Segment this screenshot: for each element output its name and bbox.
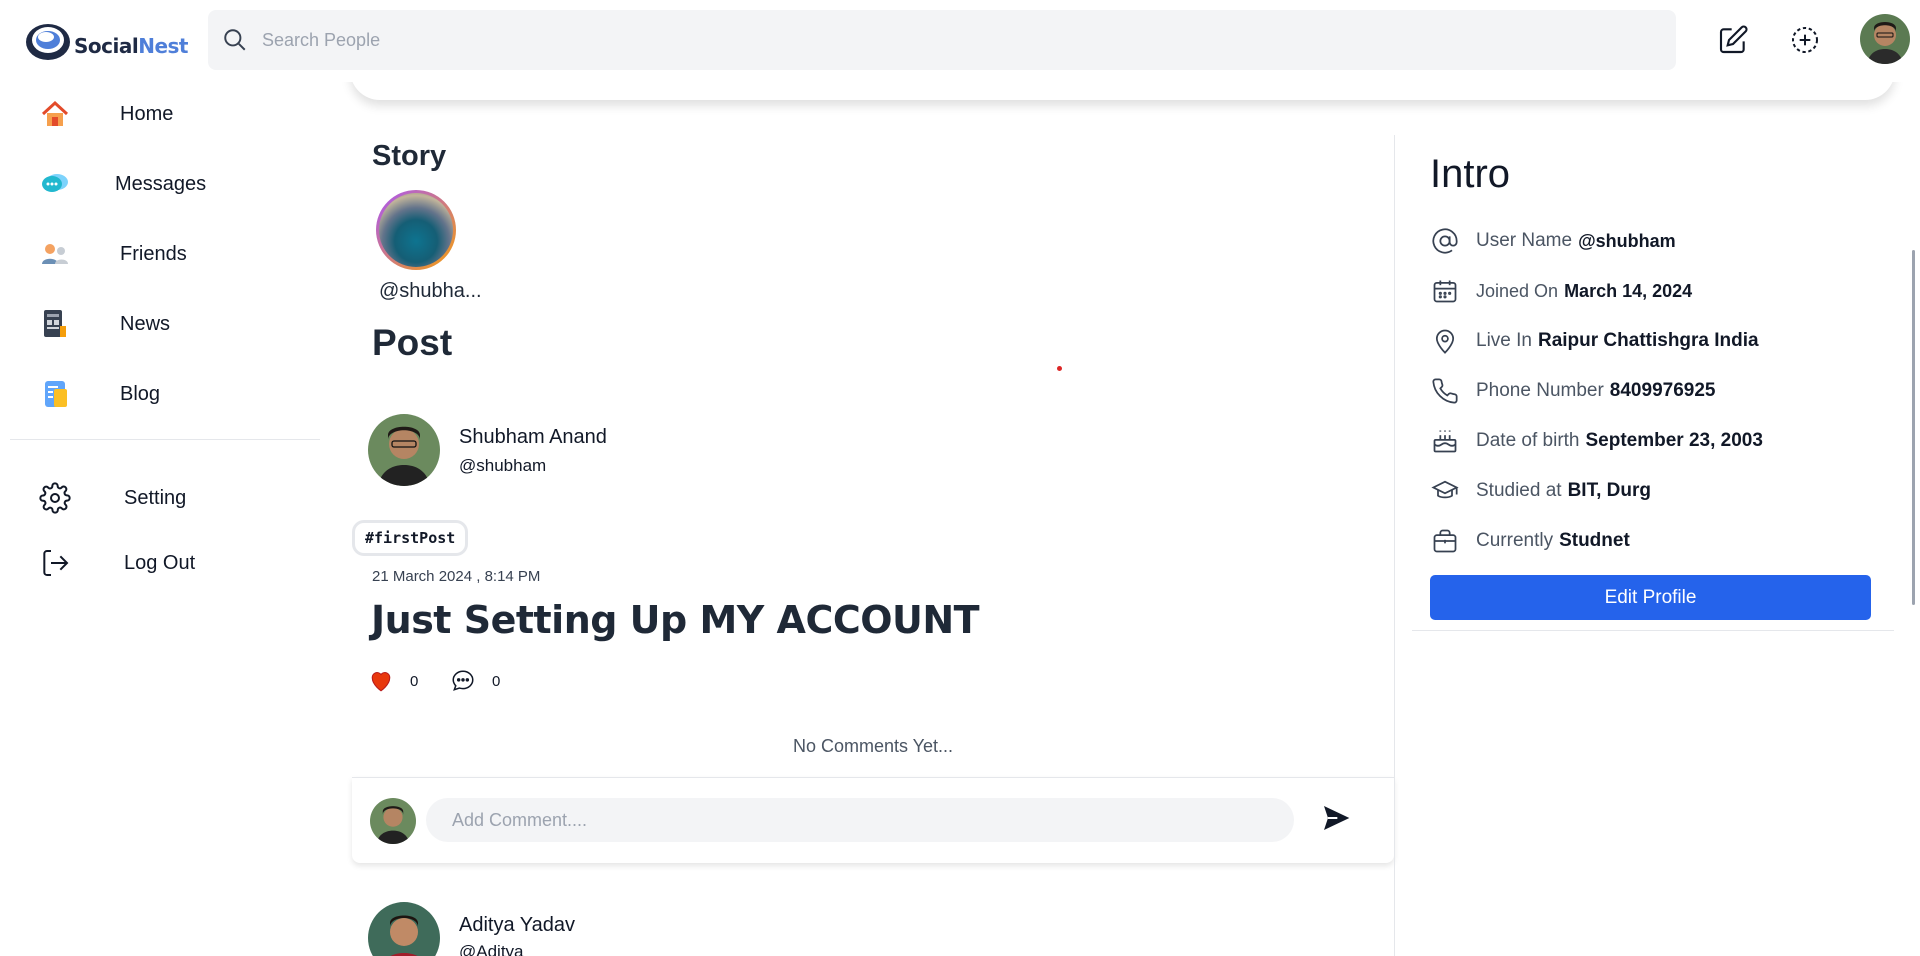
no-comments-text: No Comments Yet... bbox=[792, 736, 954, 756]
post-author-handle: @Aditya bbox=[459, 942, 524, 956]
post-section-title: Post bbox=[372, 322, 453, 363]
edit-icon bbox=[1719, 25, 1748, 54]
sidebar-item-label: Setting bbox=[124, 486, 187, 509]
sidebar-item-friends[interactable]: Friends bbox=[38, 230, 187, 278]
news-icon bbox=[38, 307, 72, 341]
intro-value: @shubham bbox=[1578, 230, 1676, 251]
intro-title: Intro bbox=[1430, 152, 1511, 196]
avatar-image bbox=[368, 902, 440, 956]
search-bar[interactable] bbox=[208, 10, 1676, 70]
comment-icon bbox=[452, 670, 474, 691]
post-author-avatar[interactable] bbox=[368, 902, 440, 956]
intro-value: September 23, 2003 bbox=[1585, 430, 1763, 451]
post-author-name[interactable]: Shubham Anand bbox=[459, 426, 607, 449]
create-post-button[interactable] bbox=[1715, 22, 1751, 58]
intro-value: Studnet bbox=[1559, 530, 1630, 551]
story-thumbnail bbox=[379, 193, 453, 267]
logo[interactable]: SocialNest bbox=[24, 20, 188, 62]
search-icon bbox=[224, 29, 246, 51]
phone-icon bbox=[1430, 376, 1460, 406]
post-date: 21 March 2024 , 8:14 PM bbox=[372, 568, 541, 585]
post-hashtag[interactable]: #firstPost bbox=[352, 520, 469, 556]
intro-row-username: User Name @shubham bbox=[1430, 225, 1676, 257]
scrollbar-thumb[interactable] bbox=[1912, 250, 1915, 605]
intro-key: Phone Number bbox=[1476, 380, 1604, 401]
location-pin-icon bbox=[1430, 326, 1460, 356]
messages-icon bbox=[38, 167, 72, 201]
top-bar: SocialNest bbox=[0, 0, 1920, 82]
sidebar-item-news[interactable]: News bbox=[38, 300, 170, 348]
sidebar-item-label: Blog bbox=[120, 382, 161, 405]
intro-key: Date of birth bbox=[1476, 430, 1580, 451]
sidebar-item-label: Friends bbox=[120, 242, 187, 265]
story-section-title: Story bbox=[372, 140, 447, 172]
avatar-image bbox=[370, 798, 416, 844]
graduation-cap-icon bbox=[1430, 476, 1460, 506]
logo-icon bbox=[26, 24, 70, 60]
sidebar-item-home[interactable]: Home bbox=[38, 90, 173, 138]
intro-key: User Name bbox=[1476, 230, 1573, 251]
sidebar-item-logout[interactable]: Log Out bbox=[38, 539, 195, 587]
feed-divider bbox=[1394, 135, 1395, 956]
intro-value: 8409976925 bbox=[1609, 380, 1716, 401]
cursor-dot bbox=[1057, 366, 1062, 371]
post-author-avatar[interactable] bbox=[368, 414, 440, 486]
avatar-image bbox=[368, 414, 440, 486]
intro-value: March 14, 2024 bbox=[1564, 280, 1693, 301]
add-circle-icon bbox=[1792, 27, 1818, 53]
sidebar-item-label: Messages bbox=[115, 172, 207, 195]
post-author-handle: @shubham bbox=[459, 456, 547, 475]
friends-icon bbox=[38, 237, 72, 271]
sidebar-item-setting[interactable]: Setting bbox=[38, 474, 186, 522]
sidebar-item-messages[interactable]: Messages bbox=[38, 160, 206, 208]
intro-row-birthday: Date of birth September 23, 2003 bbox=[1430, 425, 1763, 457]
avatar-image bbox=[1860, 14, 1910, 64]
blog-icon bbox=[38, 377, 72, 411]
sidebar-item-blog[interactable]: Blog bbox=[38, 370, 160, 418]
gear-icon bbox=[38, 481, 72, 515]
send-comment-button[interactable] bbox=[1320, 802, 1356, 838]
add-story-button[interactable] bbox=[1787, 22, 1823, 58]
post-title: Just Setting Up MY ACCOUNT bbox=[371, 598, 980, 642]
intro-key: Live In bbox=[1476, 330, 1532, 351]
intro-key: Joined On bbox=[1476, 280, 1559, 301]
heart-icon bbox=[371, 672, 391, 692]
intro-row-joined: Joined On March 14, 2024 bbox=[1430, 275, 1692, 307]
sidebar-item-label: Log Out bbox=[124, 551, 196, 574]
like-count: 0 bbox=[410, 672, 419, 690]
intro-divider bbox=[1412, 630, 1894, 631]
comment-count: 0 bbox=[492, 672, 501, 690]
at-icon bbox=[1430, 226, 1460, 256]
story-item[interactable] bbox=[376, 190, 456, 270]
edit-profile-button[interactable]: Edit Profile bbox=[1430, 575, 1871, 620]
intro-value: Raipur Chattishgra India bbox=[1537, 330, 1759, 351]
briefcase-icon bbox=[1430, 526, 1460, 556]
send-icon bbox=[1324, 806, 1350, 830]
intro-row-location: Live In Raipur Chattishgra India bbox=[1430, 325, 1759, 357]
intro-row-education: Studied at BIT, Durg bbox=[1430, 475, 1651, 507]
intro-row-work: Currently Studnet bbox=[1430, 525, 1630, 557]
profile-avatar[interactable] bbox=[1860, 14, 1910, 64]
home-icon bbox=[38, 97, 72, 131]
intro-value: BIT, Durg bbox=[1567, 480, 1651, 501]
commenter-avatar bbox=[370, 798, 416, 844]
logout-icon bbox=[38, 546, 72, 580]
cake-icon bbox=[1430, 426, 1460, 456]
search-input[interactable] bbox=[262, 29, 1562, 51]
comment-button[interactable]: 0 bbox=[450, 668, 500, 694]
story-username: @shubha... bbox=[379, 280, 482, 302]
comment-input[interactable] bbox=[426, 798, 1294, 842]
intro-key: Currently bbox=[1476, 530, 1554, 551]
brand-name: SocialNest bbox=[74, 34, 188, 58]
intro-key: Studied at bbox=[1476, 480, 1562, 501]
sidebar-divider bbox=[10, 439, 320, 440]
calendar-icon bbox=[1430, 276, 1460, 306]
post-author-name[interactable]: Aditya Yadav bbox=[459, 914, 575, 937]
intro-row-phone: Phone Number 8409976925 bbox=[1430, 375, 1715, 407]
like-button[interactable]: 0 bbox=[368, 668, 418, 694]
sidebar-item-label: News bbox=[120, 312, 171, 335]
sidebar-item-label: Home bbox=[120, 102, 174, 125]
